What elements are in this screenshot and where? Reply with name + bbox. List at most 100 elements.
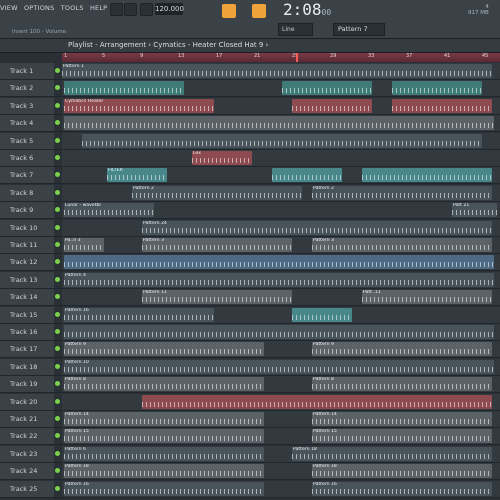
track-lane[interactable]: Pattern 1 bbox=[62, 63, 500, 79]
track-name[interactable]: Track 23 bbox=[0, 445, 54, 462]
stop-button[interactable] bbox=[124, 3, 137, 16]
track-name[interactable]: Track 1 bbox=[0, 63, 54, 79]
pattern-select[interactable]: Pattern 7 bbox=[333, 23, 385, 36]
track-mute-led[interactable] bbox=[55, 102, 60, 108]
pattern-clip[interactable]: Pattern 18 bbox=[312, 464, 492, 479]
track-mute-led[interactable] bbox=[55, 259, 60, 265]
menu-view[interactable]: VIEW bbox=[0, 4, 18, 12]
track-name[interactable]: Track 2 bbox=[0, 80, 54, 97]
track-lane[interactable] bbox=[62, 254, 500, 271]
track-lane[interactable]: Pa..n 3 Pattern 3 Pattern 3 bbox=[62, 237, 500, 253]
snap-select[interactable]: Line bbox=[278, 23, 313, 36]
pattern-clip[interactable]: Pa..n 3 bbox=[64, 238, 104, 252]
track-name[interactable]: Track 9 bbox=[0, 202, 54, 219]
playhead-marker[interactable] bbox=[296, 53, 298, 62]
track-name[interactable]: Track 15 bbox=[0, 306, 54, 323]
track-name[interactable]: Track 10 bbox=[0, 219, 54, 236]
menu-tools[interactable]: TOOLS bbox=[61, 4, 84, 12]
pattern-clip[interactable]: FILTER bbox=[107, 168, 167, 183]
track-mute-led[interactable] bbox=[55, 224, 60, 230]
track-name[interactable]: Track 16 bbox=[0, 324, 54, 340]
track-lane[interactable] bbox=[62, 80, 500, 97]
track-mute-led[interactable] bbox=[55, 433, 60, 439]
pattern-clip[interactable]: Pattern 18 bbox=[292, 446, 492, 461]
pattern-clip[interactable]: Pattern 2 bbox=[312, 185, 492, 200]
track-name[interactable]: Track 7 bbox=[0, 167, 54, 184]
pattern-clip[interactable]: Pattern 10 bbox=[64, 359, 494, 374]
track-name[interactable]: Track 13 bbox=[0, 271, 54, 288]
pattern-clip[interactable] bbox=[282, 81, 372, 96]
pattern-clip[interactable] bbox=[64, 325, 494, 339]
track-lane[interactable] bbox=[62, 324, 500, 340]
track-lane[interactable] bbox=[62, 132, 500, 149]
track-name[interactable]: Track 21 bbox=[0, 411, 54, 427]
track-name[interactable]: Track 19 bbox=[0, 376, 54, 393]
pattern-clip[interactable]: Pattern 3 bbox=[312, 238, 492, 252]
track-lane[interactable]: FILTER bbox=[62, 167, 500, 184]
track-lane[interactable]: Pattern 14 Pattern 14 bbox=[62, 411, 500, 427]
track-lane[interactable]: Pattern 8 Pattern 8 bbox=[62, 376, 500, 393]
track-name[interactable]: Track 4 bbox=[0, 115, 54, 132]
track-name[interactable]: Track 22 bbox=[0, 428, 54, 445]
track-name[interactable]: Track 8 bbox=[0, 184, 54, 201]
pattern-clip[interactable] bbox=[392, 98, 492, 113]
track-lane[interactable] bbox=[62, 115, 500, 132]
track-mute-led[interactable] bbox=[55, 155, 60, 160]
track-name[interactable]: Track 11 bbox=[0, 237, 54, 253]
track-name[interactable]: Track 18 bbox=[0, 358, 54, 375]
track-lane[interactable]: Pattern 15 Pattern 15 bbox=[62, 428, 500, 445]
pattern-clip[interactable]: Pattern 16 bbox=[64, 481, 264, 496]
track-mute-led[interactable] bbox=[55, 416, 60, 421]
track-lane[interactable]: Pattern 16 Pattern 16 bbox=[62, 480, 500, 497]
pattern-clip[interactable]: Pattern 9 bbox=[312, 342, 492, 357]
track-lane[interactable]: Pattern 18 Pattern 18 bbox=[62, 463, 500, 480]
track-lane[interactable]: Pattern 10 bbox=[62, 358, 500, 375]
track-mute-led[interactable] bbox=[55, 207, 60, 213]
pattern-clip[interactable]: Pattern 9 bbox=[64, 342, 264, 357]
track-lane[interactable]: Pattern 16 bbox=[62, 306, 500, 323]
track-lane[interactable]: Pattern 4 bbox=[62, 271, 500, 288]
pattern-clip[interactable]: Pattern 8 bbox=[64, 377, 264, 392]
track-mute-led[interactable] bbox=[55, 294, 60, 300]
wait-icon[interactable] bbox=[252, 4, 266, 18]
tempo-display[interactable]: 120.000 bbox=[155, 3, 184, 15]
pattern-clip[interactable]: Patt..11 bbox=[362, 290, 492, 305]
pattern-clip[interactable]: Pattern 6 bbox=[64, 446, 264, 461]
track-mute-led[interactable] bbox=[55, 68, 60, 73]
track-mute-led[interactable] bbox=[55, 242, 60, 247]
track-name[interactable]: Track 20 bbox=[0, 393, 54, 410]
track-lane[interactable]: Cymatics Heater bbox=[62, 97, 500, 114]
track-name[interactable]: Track 6 bbox=[0, 150, 54, 166]
track-name[interactable]: Track 17 bbox=[0, 341, 54, 358]
track-mute-led[interactable] bbox=[55, 468, 60, 474]
pattern-clip[interactable]: Pattern 2 bbox=[132, 185, 302, 200]
menu-help[interactable]: HELP bbox=[90, 4, 107, 12]
track-name[interactable]: Track 14 bbox=[0, 289, 54, 306]
pattern-clip[interactable]: Pattern 15 bbox=[64, 429, 264, 444]
track-lane[interactable]: Pattern 24 bbox=[62, 219, 500, 236]
track-name[interactable]: Track 24 bbox=[0, 463, 54, 480]
pattern-clip[interactable]: Pattern 15 bbox=[312, 429, 492, 444]
track-mute-led[interactable] bbox=[55, 450, 60, 456]
play-button[interactable] bbox=[110, 3, 123, 16]
pattern-clip[interactable]: Pattern 24 bbox=[142, 220, 492, 235]
pattern-clip[interactable]: Cymatics Heater bbox=[64, 98, 214, 113]
pattern-clip[interactable]: Pattern 4 bbox=[64, 272, 494, 287]
pattern-clip[interactable]: Pattern 3 bbox=[142, 238, 292, 252]
pattern-clip[interactable]: Pattern 16 bbox=[312, 481, 492, 496]
track-mute-led[interactable] bbox=[55, 381, 60, 387]
metronome-icon[interactable] bbox=[222, 4, 236, 18]
pattern-clip[interactable] bbox=[392, 81, 482, 96]
pattern-clip[interactable]: Lex bbox=[192, 151, 252, 165]
track-mute-led[interactable] bbox=[55, 137, 60, 143]
pattern-clip[interactable]: Pattern 16 bbox=[64, 307, 214, 322]
pattern-clip[interactable]: Pattern 14 bbox=[312, 412, 492, 426]
record-button[interactable] bbox=[140, 3, 153, 16]
track-lane[interactable]: Lex bbox=[62, 150, 500, 166]
track-mute-led[interactable] bbox=[55, 85, 60, 91]
track-lane[interactable]: Pattern 6 Pattern 18 bbox=[62, 445, 500, 462]
pattern-clip[interactable] bbox=[82, 133, 482, 148]
pattern-clip[interactable]: Pattern 11 bbox=[142, 290, 292, 305]
track-name[interactable]: Track 12 bbox=[0, 254, 54, 271]
track-mute-led[interactable] bbox=[55, 172, 60, 178]
